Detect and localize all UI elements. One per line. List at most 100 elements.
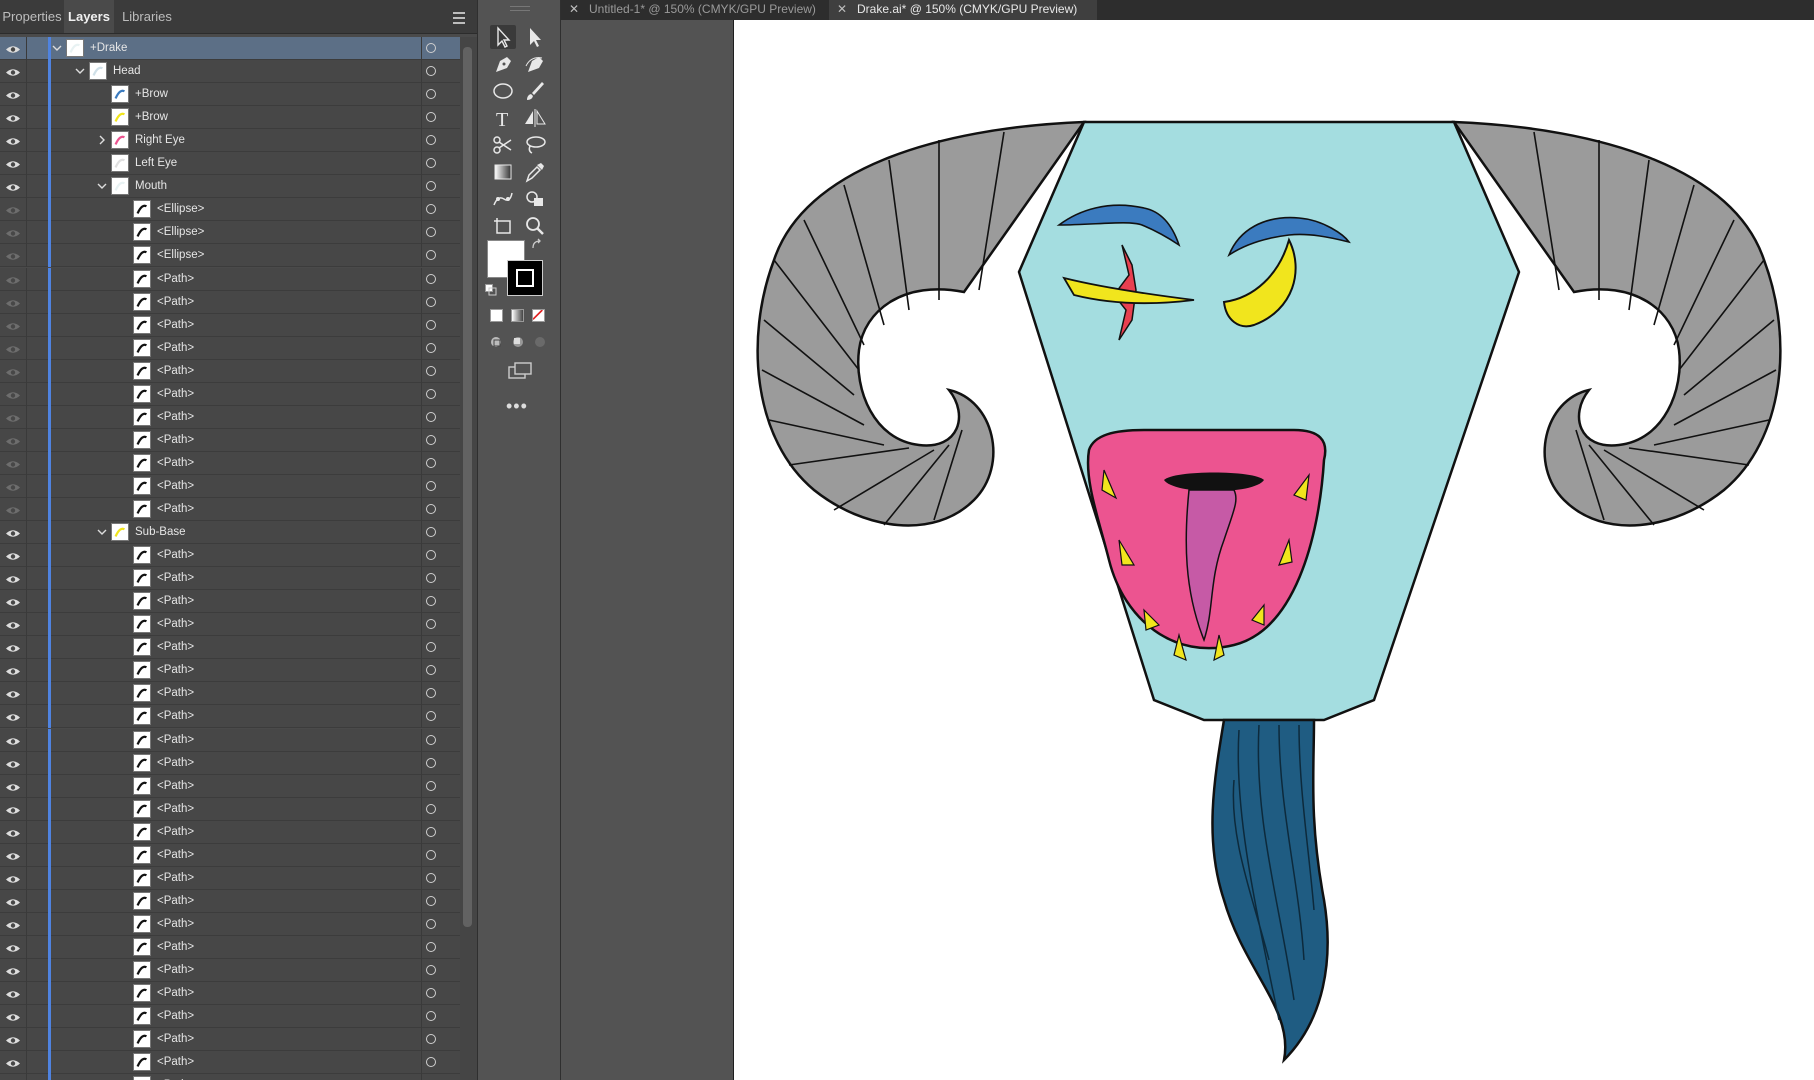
- layer-row[interactable]: <Path>: [0, 729, 460, 752]
- visibility-eye-icon[interactable]: [5, 1056, 21, 1067]
- layer-name[interactable]: +Drake: [90, 37, 127, 59]
- layer-row[interactable]: <Path>: [0, 337, 460, 360]
- visibility-eye-icon[interactable]: [5, 434, 21, 445]
- target-circle-icon[interactable]: [426, 688, 436, 698]
- layer-name[interactable]: <Path>: [157, 936, 194, 958]
- layer-name[interactable]: <Path>: [157, 682, 194, 704]
- right-horn[interactable]: [1451, 120, 1782, 527]
- target-circle-icon[interactable]: [426, 66, 436, 76]
- layer-name[interactable]: <Path>: [157, 705, 194, 727]
- lock-column[interactable]: [26, 936, 27, 959]
- target-circle-icon[interactable]: [426, 412, 436, 422]
- layer-name[interactable]: <Ellipse>: [157, 198, 204, 220]
- hamburger-icon[interactable]: [453, 9, 465, 24]
- visibility-eye-icon[interactable]: [5, 226, 21, 237]
- visibility-eye-icon[interactable]: [5, 1033, 21, 1044]
- layer-name[interactable]: <Path>: [157, 1074, 194, 1080]
- layer-name[interactable]: +Brow: [135, 83, 168, 105]
- layer-row[interactable]: <Path>: [0, 1005, 460, 1028]
- shape-builder-tool-icon[interactable]: [522, 187, 548, 211]
- target-circle-icon[interactable]: [426, 504, 436, 514]
- layer-row[interactable]: <Path>: [0, 936, 460, 959]
- layer-row[interactable]: <Ellipse>: [0, 221, 460, 244]
- lock-column[interactable]: [26, 590, 27, 613]
- lock-column[interactable]: [26, 890, 27, 913]
- lock-column[interactable]: [26, 383, 27, 406]
- layer-row[interactable]: <Path>: [0, 844, 460, 867]
- visibility-eye-icon[interactable]: [5, 1010, 21, 1021]
- target-circle-icon[interactable]: [426, 435, 436, 445]
- target-circle-icon[interactable]: [426, 781, 436, 791]
- layer-name[interactable]: <Path>: [157, 268, 194, 290]
- layer-row[interactable]: <Path>: [0, 775, 460, 798]
- lock-column[interactable]: [26, 544, 27, 567]
- lock-column[interactable]: [26, 175, 27, 198]
- layer-name[interactable]: <Path>: [157, 913, 194, 935]
- layer-name[interactable]: <Path>: [157, 729, 194, 751]
- chevron-down-icon[interactable]: [74, 64, 86, 76]
- layer-row[interactable]: <Path>: [0, 636, 460, 659]
- target-circle-icon[interactable]: [426, 181, 436, 191]
- chevron-down-icon[interactable]: [96, 525, 108, 537]
- target-circle-icon[interactable]: [426, 89, 436, 99]
- target-circle-icon[interactable]: [426, 1011, 436, 1021]
- layer-row[interactable]: <Path>: [0, 544, 460, 567]
- layer-row[interactable]: <Path>: [0, 383, 460, 406]
- layer-name[interactable]: <Path>: [157, 475, 194, 497]
- reflect-tool-icon[interactable]: [522, 106, 548, 130]
- layer-row[interactable]: <Path>: [0, 268, 460, 291]
- target-circle-icon[interactable]: [426, 619, 436, 629]
- visibility-eye-icon[interactable]: [5, 388, 21, 399]
- target-circle-icon[interactable]: [426, 988, 436, 998]
- layer-row[interactable]: <Path>: [0, 959, 460, 982]
- visibility-eye-icon[interactable]: [5, 480, 21, 491]
- tab-layers[interactable]: Layers: [64, 0, 114, 33]
- target-circle-icon[interactable]: [426, 227, 436, 237]
- layer-name[interactable]: <Path>: [157, 291, 194, 313]
- drawing-modes[interactable]: [488, 334, 556, 350]
- close-icon[interactable]: ✕: [567, 0, 581, 18]
- target-circle-icon[interactable]: [426, 642, 436, 652]
- selection-tool-icon[interactable]: [490, 25, 516, 49]
- target-circle-icon[interactable]: [426, 942, 436, 952]
- tab-properties[interactable]: Properties: [0, 0, 64, 33]
- target-circle-icon[interactable]: [426, 112, 436, 122]
- visibility-eye-icon[interactable]: [5, 572, 21, 583]
- visibility-eye-icon[interactable]: [5, 872, 21, 883]
- lock-column[interactable]: [26, 37, 27, 60]
- layer-row[interactable]: <Path>: [0, 452, 460, 475]
- layer-row[interactable]: <Path>: [0, 982, 460, 1005]
- layer-row[interactable]: <Path>: [0, 890, 460, 913]
- lock-column[interactable]: [26, 475, 27, 498]
- tab-libraries[interactable]: Libraries: [114, 0, 180, 33]
- layer-row[interactable]: <Path>: [0, 360, 460, 383]
- target-circle-icon[interactable]: [426, 919, 436, 929]
- lock-column[interactable]: [26, 198, 27, 221]
- lock-column[interactable]: [26, 244, 27, 267]
- lock-column[interactable]: [26, 729, 27, 752]
- target-circle-icon[interactable]: [426, 735, 436, 745]
- lock-column[interactable]: [26, 752, 27, 775]
- lock-column[interactable]: [26, 60, 27, 83]
- none-mode-button[interactable]: [532, 309, 545, 322]
- lock-column[interactable]: [26, 452, 27, 475]
- visibility-eye-icon[interactable]: [5, 65, 21, 76]
- layer-name[interactable]: <Path>: [157, 890, 194, 912]
- layer-row[interactable]: <Path>: [0, 291, 460, 314]
- target-circle-icon[interactable]: [426, 896, 436, 906]
- gradient-tool-icon[interactable]: [490, 160, 516, 184]
- target-circle-icon[interactable]: [426, 320, 436, 330]
- lock-column[interactable]: [26, 798, 27, 821]
- layer-name[interactable]: <Path>: [157, 867, 194, 889]
- lock-column[interactable]: [26, 659, 27, 682]
- visibility-eye-icon[interactable]: [5, 365, 21, 376]
- layer-name[interactable]: <Path>: [157, 1005, 194, 1027]
- target-circle-icon[interactable]: [426, 804, 436, 814]
- swap-fill-stroke-icon[interactable]: [530, 238, 544, 252]
- lock-column[interactable]: [26, 268, 27, 291]
- target-circle-icon[interactable]: [426, 135, 436, 145]
- visibility-eye-icon[interactable]: [5, 710, 21, 721]
- layer-name[interactable]: <Path>: [157, 798, 194, 820]
- lock-column[interactable]: [26, 337, 27, 360]
- layer-row[interactable]: <Ellipse>: [0, 244, 460, 267]
